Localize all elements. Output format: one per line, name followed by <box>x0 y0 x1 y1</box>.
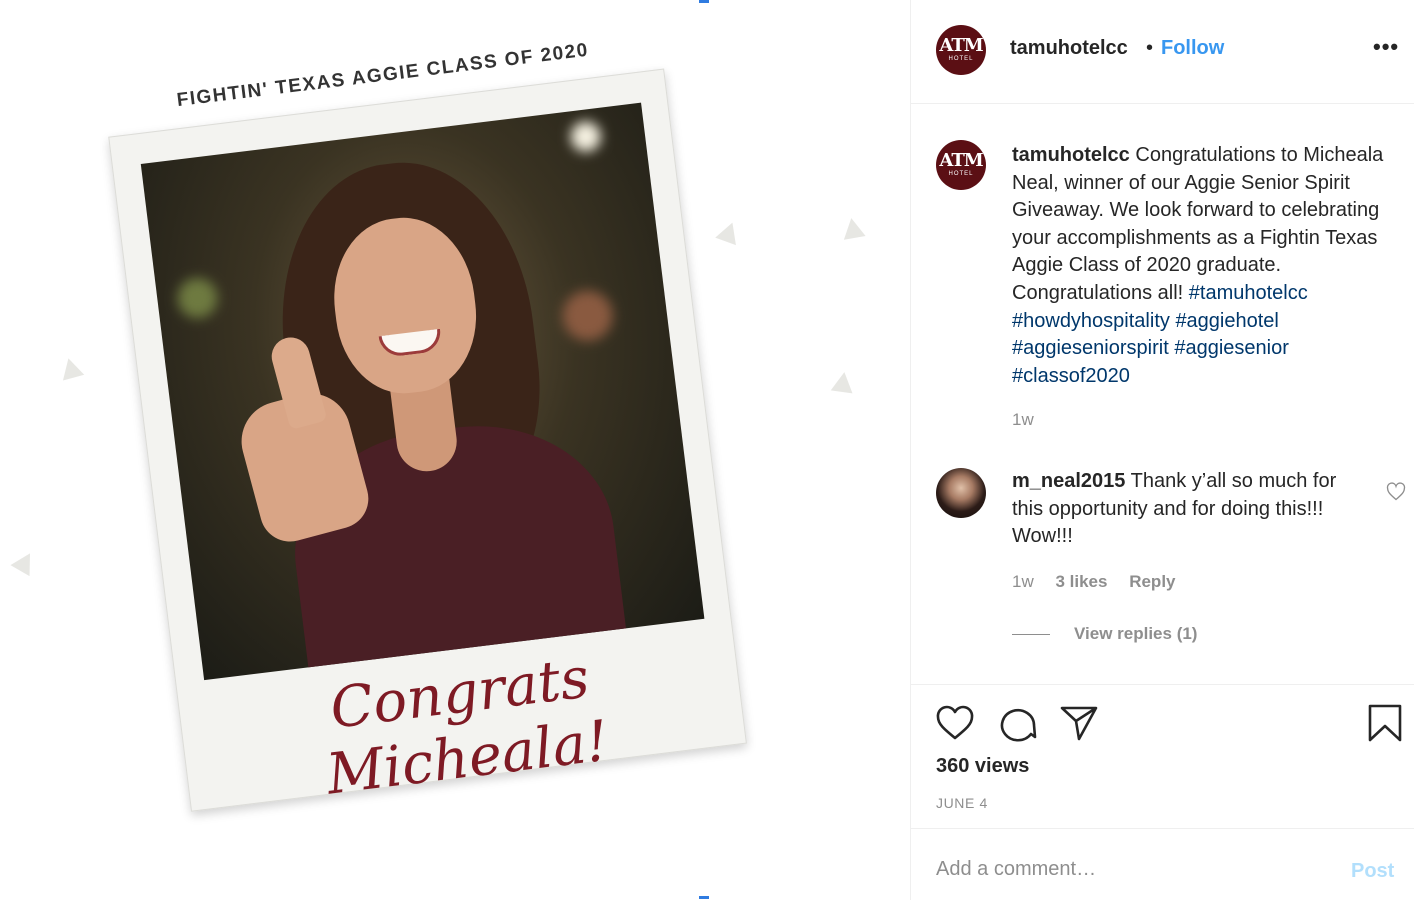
comment-input[interactable] <box>936 858 1316 881</box>
caption-avatar[interactable]: ATM HOTEL <box>936 140 986 190</box>
selection-marker <box>699 896 709 899</box>
polaroid-frame: FIGHTIN' TEXAS AGGIE CLASS OF 2020 Congr… <box>108 40 752 852</box>
comment-like-icon[interactable] <box>1386 482 1406 502</box>
post-actions: 360 views JUNE 4 <box>911 684 1414 829</box>
hashtag-link[interactable]: #aggiehotel <box>1175 310 1278 332</box>
share-icon[interactable] <box>1059 703 1099 743</box>
replies-divider-line <box>1012 634 1050 636</box>
add-comment-bar: Post <box>911 830 1414 900</box>
account-avatar[interactable]: ATM HOTEL <box>936 25 986 75</box>
confetti-decoration <box>10 547 40 577</box>
confetti-decoration <box>715 218 743 246</box>
heart-icon[interactable] <box>935 703 975 743</box>
caption-username[interactable]: tamuhotelcc <box>1012 144 1130 166</box>
view-replies-button[interactable]: View replies (1) <box>1012 624 1197 644</box>
post-media[interactable]: FIGHTIN' TEXAS AGGIE CLASS OF 2020 Congr… <box>0 0 910 900</box>
post-side-panel: ATM HOTEL tamuhotelcc • Follow ••• ATM H… <box>910 0 1414 900</box>
post-comment-button[interactable]: Post <box>1351 860 1394 883</box>
avatar-logo-subtext: HOTEL <box>948 171 974 177</box>
avatar-logo-text: ATM <box>939 35 983 56</box>
header-username[interactable]: tamuhotelcc <box>1010 37 1128 60</box>
commenter-avatar[interactable] <box>936 468 986 518</box>
comment-meta: 1w 3 likes Reply <box>1012 572 1193 592</box>
confetti-decoration <box>830 370 856 394</box>
hashtag-link[interactable]: #classof2020 <box>1012 365 1130 387</box>
reply-button[interactable]: Reply <box>1129 572 1175 591</box>
hashtag-link[interactable]: #aggiesenior <box>1174 337 1289 359</box>
comment-username[interactable]: m_neal2015 <box>1012 470 1125 492</box>
portrait-photo <box>140 102 705 681</box>
avatar-logo-subtext: HOTEL <box>948 56 974 62</box>
comment-likes[interactable]: 3 likes <box>1055 572 1107 591</box>
caption-text: tamuhotelcc Congratulations to Micheala … <box>1012 142 1408 390</box>
selection-marker <box>699 0 709 3</box>
hashtag-link[interactable]: #tamuhotelcc <box>1189 282 1308 304</box>
more-options-icon[interactable]: ••• <box>1373 34 1399 60</box>
bookmark-icon[interactable] <box>1365 703 1405 743</box>
view-count[interactable]: 360 views <box>936 755 1029 778</box>
header-separator: • <box>1146 37 1154 59</box>
post-date[interactable]: JUNE 4 <box>936 795 988 811</box>
comment-text: m_neal2015 Thank y’all so much for this … <box>1012 468 1357 551</box>
confetti-decoration <box>57 355 85 381</box>
view-replies-label: View replies (1) <box>1074 624 1198 643</box>
avatar-logo-text: ATM <box>939 150 983 171</box>
follow-button[interactable]: Follow <box>1161 37 1224 60</box>
hashtag-link[interactable]: #howdyhospitality <box>1012 310 1170 332</box>
comment-icon[interactable] <box>997 703 1037 743</box>
polaroid-card: Congrats Micheala! <box>108 68 747 812</box>
caption-body: Congratulations to Micheala Neal, winner… <box>1012 144 1384 304</box>
post-header: ATM HOTEL tamuhotelcc • Follow ••• <box>911 0 1414 104</box>
hashtag-link[interactable]: #aggieseniorspirit <box>1012 337 1169 359</box>
comment-timestamp[interactable]: 1w <box>1012 572 1034 591</box>
caption-timestamp[interactable]: 1w <box>1012 410 1034 430</box>
confetti-decoration <box>840 216 866 240</box>
